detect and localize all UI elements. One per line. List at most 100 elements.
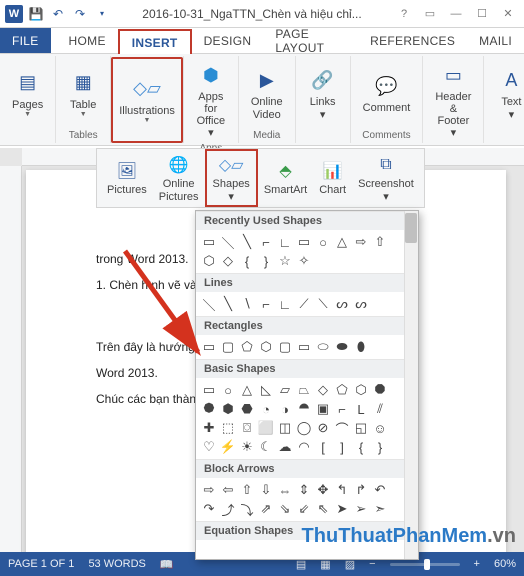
shape-star[interactable]: ☆ <box>276 252 294 270</box>
comment-button[interactable]: 💬 Comment <box>357 69 417 117</box>
shape-curve[interactable]: ⟋ <box>295 295 313 313</box>
shape-pentagon[interactable]: ⬠ <box>333 381 351 399</box>
shape-bracket[interactable]: [ <box>314 438 332 456</box>
shape-round-rect[interactable]: ▢ <box>276 338 294 356</box>
close-icon[interactable]: ✕ <box>496 4 520 24</box>
shape-arrow[interactable]: ↷ <box>200 500 218 518</box>
shape-connector[interactable]: ∟ <box>276 233 294 251</box>
shape-arrow[interactable]: ⇘ <box>276 500 294 518</box>
shape-connector[interactable]: ⌐ <box>257 233 275 251</box>
shape-brace[interactable]: { <box>238 252 256 270</box>
shape-round-rect[interactable]: ⬮ <box>352 338 370 356</box>
shape-textbox[interactable]: ▭ <box>200 381 218 399</box>
shape-arrow[interactable]: ⇧ <box>371 233 389 251</box>
text-button[interactable]: A Text ▾ <box>490 63 524 123</box>
shape-arrow[interactable]: ⤴ <box>219 500 237 518</box>
word-count[interactable]: 53 WORDS <box>88 558 145 570</box>
shape-arrow[interactable]: ➢ <box>352 500 370 518</box>
shape-freeform[interactable]: ᔕ <box>333 295 351 313</box>
help-icon[interactable]: ? <box>392 4 416 24</box>
shape-noentry[interactable]: ⊘ <box>314 419 332 437</box>
zoom-in-icon[interactable]: + <box>474 558 480 570</box>
shape-smiley[interactable]: ☺ <box>371 419 389 437</box>
qat-customize-icon[interactable]: ▾ <box>92 4 112 24</box>
shape-arrow[interactable]: ➤ <box>333 500 351 518</box>
online-pictures-button[interactable]: 🌐 Online Pictures <box>153 151 205 204</box>
shape-line[interactable]: ＼ <box>200 295 218 313</box>
tab-home[interactable]: HOME <box>57 28 118 53</box>
vertical-ruler[interactable] <box>0 166 22 552</box>
shape-star[interactable]: ✧ <box>295 252 313 270</box>
shape-elbow[interactable]: ⌐ <box>257 295 275 313</box>
shape-snip-rect[interactable]: ⬠ <box>238 338 256 356</box>
shape-hexagon[interactable]: ⬡ <box>352 381 370 399</box>
language-icon[interactable]: 📖 <box>160 558 174 571</box>
shape-oval[interactable]: ○ <box>219 381 237 399</box>
shape-arrow-up[interactable]: ⇧ <box>238 481 256 499</box>
shape-triangle[interactable]: △ <box>333 233 351 251</box>
shape-rect[interactable]: ▭ <box>200 338 218 356</box>
shape-arrow-ud[interactable]: ⇕ <box>295 481 313 499</box>
shape-teardrop[interactable]: ⯊ <box>295 400 313 418</box>
screenshot-button[interactable]: ⧉ Screenshot ▾ <box>352 151 420 204</box>
shape-round-rect[interactable]: ⬬ <box>333 338 351 356</box>
shape-snip-rect[interactable]: ⬡ <box>257 338 275 356</box>
shape-cube[interactable]: ⬜ <box>257 419 275 437</box>
shape-dodecagon[interactable]: ⬣ <box>238 400 256 418</box>
shape-diamond[interactable]: ◇ <box>314 381 332 399</box>
shape-arrow-bent[interactable]: ↰ <box>333 481 351 499</box>
shape-arrow[interactable]: ⇖ <box>314 500 332 518</box>
links-button[interactable]: 🔗 Links ▾ <box>302 63 344 123</box>
redo-icon[interactable]: ↷ <box>70 4 90 24</box>
shape-elbow[interactable]: ∟ <box>276 295 294 313</box>
shape-oval[interactable]: ○ <box>314 233 332 251</box>
shape-line[interactable]: ╲ <box>219 295 237 313</box>
tab-design[interactable]: DESIGN <box>192 28 264 53</box>
shape-rounded-rect[interactable]: ▢ <box>219 338 237 356</box>
tab-insert[interactable]: INSERT <box>118 29 192 54</box>
tab-pagelayout[interactable]: PAGE LAYOUT <box>263 28 358 53</box>
shape-brace[interactable]: { <box>352 438 370 456</box>
page-indicator[interactable]: PAGE 1 OF 1 <box>8 558 74 570</box>
shape-pie[interactable]: ◔ <box>257 400 275 418</box>
shape-arrow-bent[interactable]: ↱ <box>352 481 370 499</box>
minimize-icon[interactable]: — <box>444 4 468 24</box>
illustrations-button[interactable]: ◇▱ Illustrations ▼ <box>111 57 183 143</box>
header-footer-button[interactable]: ▭ Header & Footer ▾ <box>429 58 477 142</box>
shape-trapezoid[interactable]: ⏢ <box>295 381 313 399</box>
zoom-level[interactable]: 60% <box>494 558 516 570</box>
shape-plus[interactable]: ✚ <box>200 419 218 437</box>
shape-arrow-uturn[interactable]: ↶ <box>371 481 389 499</box>
shape-arrow-lr[interactable]: ⇔ <box>276 481 294 499</box>
online-video-button[interactable]: ▶ Online Video <box>245 63 289 123</box>
maximize-icon[interactable]: ☐ <box>470 4 494 24</box>
tab-references[interactable]: REFERENCES <box>358 28 467 53</box>
shape-octagon[interactable]: ⯄ <box>200 400 218 418</box>
shape-moon[interactable]: ☾ <box>257 438 275 456</box>
pictures-button[interactable]: 🖼 Pictures <box>101 157 153 198</box>
pages-button[interactable]: ▤ Pages ▼ <box>6 66 49 121</box>
shape-arrow[interactable]: ⇗ <box>257 500 275 518</box>
shape-arrow[interactable]: ⤵ <box>238 500 256 518</box>
shape-scribble[interactable]: ᔕ <box>352 295 370 313</box>
shape-decagon[interactable]: ⬢ <box>219 400 237 418</box>
shape-bracket[interactable]: ] <box>333 438 351 456</box>
shape-diamond[interactable]: ◇ <box>219 252 237 270</box>
shape-arrow[interactable]: ➣ <box>371 500 389 518</box>
shape-rect[interactable]: ▭ <box>295 233 313 251</box>
shape-arrow-left[interactable]: ⇦ <box>219 481 237 499</box>
undo-icon[interactable]: ↶ <box>48 4 68 24</box>
shape-line[interactable]: ∖ <box>238 295 256 313</box>
shape-triangle[interactable]: △ <box>238 381 256 399</box>
shape-hex[interactable]: ⬡ <box>200 252 218 270</box>
shapes-button[interactable]: ◇▱ Shapes ▾ <box>205 149 258 206</box>
shape-arrow[interactable]: ⇨ <box>352 233 370 251</box>
shape-lshape[interactable]: L <box>352 400 370 418</box>
shape-round-rect[interactable]: ⬭ <box>314 338 332 356</box>
shape-cloud[interactable]: ☁ <box>276 438 294 456</box>
apps-button[interactable]: ⬢ Apps for Office ▾ <box>190 58 232 142</box>
shape-donut[interactable]: ◯ <box>295 419 313 437</box>
shape-arrow-right[interactable]: ⇨ <box>200 481 218 499</box>
shape-parallelogram[interactable]: ▱ <box>276 381 294 399</box>
chart-button[interactable]: 📊 Chart <box>313 157 352 198</box>
